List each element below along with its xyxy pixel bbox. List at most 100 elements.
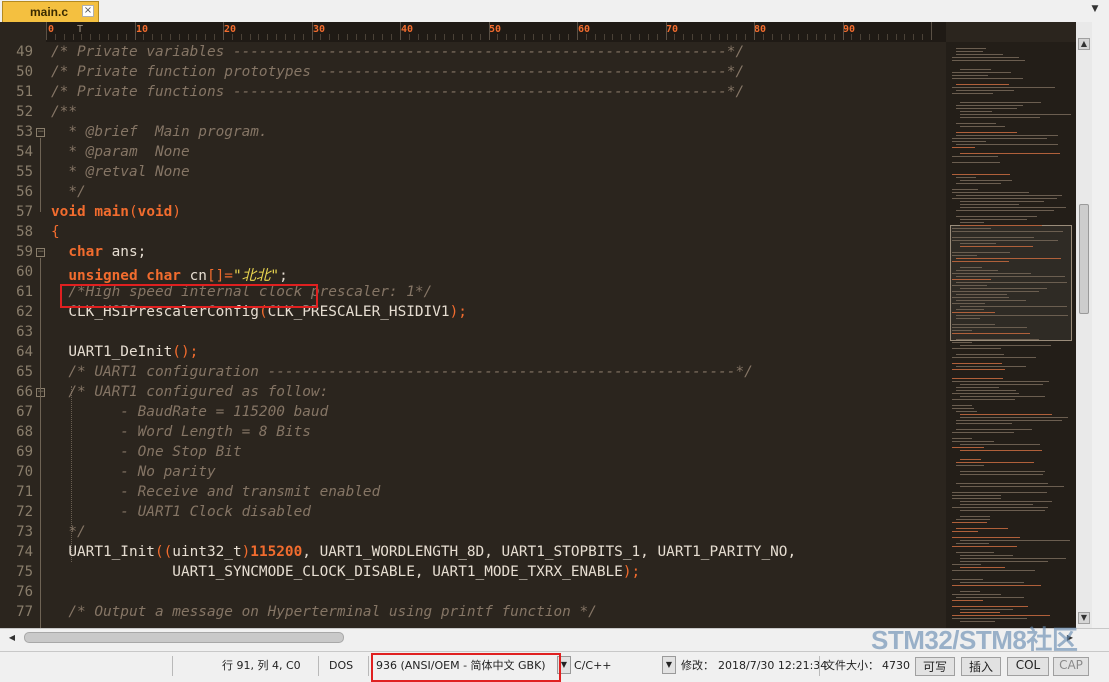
ruler-mark: 10 xyxy=(136,24,149,35)
ruler-tick xyxy=(904,34,906,40)
minimap-line xyxy=(952,78,1023,79)
minimap-line xyxy=(956,48,986,49)
ruler-tick xyxy=(815,34,817,40)
minimap-line xyxy=(952,333,1030,334)
ruler-tick xyxy=(692,34,694,40)
language-selector[interactable]: C/C++ xyxy=(574,656,612,676)
ruler-mark: 80 xyxy=(754,24,767,35)
minimap[interactable] xyxy=(946,42,1076,628)
line-ending[interactable]: DOS xyxy=(329,656,353,676)
line-number: 53 xyxy=(16,124,33,140)
minimap-line xyxy=(956,54,1003,55)
minimap-line xyxy=(952,357,1036,358)
minimap-line xyxy=(952,60,1025,61)
minimap-line xyxy=(960,243,996,244)
keyword: char xyxy=(68,244,103,260)
minimap-line xyxy=(952,564,981,565)
code-area[interactable]: /* Private variables -------------------… xyxy=(51,42,941,628)
vertical-scrollbar[interactable]: ▲ ▼ xyxy=(1076,22,1092,628)
insert-mode-toggle[interactable]: 插入 xyxy=(961,657,1001,676)
minimap-line xyxy=(960,558,1066,559)
language-dropdown-icon[interactable]: ▼ xyxy=(662,656,676,674)
line-number: 69 xyxy=(16,444,33,460)
ruler-tick xyxy=(665,22,667,40)
comment: /* UART1 configuration -----------------… xyxy=(51,364,753,380)
code-line-55: * @retval None xyxy=(51,164,189,184)
minimap-line xyxy=(952,498,1001,499)
minimap-line xyxy=(960,204,1019,205)
minimap-line xyxy=(956,177,976,178)
code-line-56: */ xyxy=(51,184,85,204)
minimap-line xyxy=(952,231,1063,232)
scroll-left-icon[interactable]: ◀ xyxy=(6,632,18,644)
minimap-line xyxy=(960,582,1024,583)
cursor-position: 行 91, 列 4, C0 xyxy=(222,659,301,672)
column-ruler: 0 10 20 30 40 50 60 70 80 90 xyxy=(46,22,946,42)
comment: /* Private functions -------------------… xyxy=(51,84,745,100)
tab-main-c[interactable]: main.c × xyxy=(2,1,99,22)
minimap-line xyxy=(960,414,1052,415)
ruler-tick xyxy=(284,34,286,40)
horizontal-scroll-thumb[interactable] xyxy=(24,632,344,643)
ruler-tick xyxy=(762,34,764,40)
line-number: 70 xyxy=(16,464,33,480)
code-line-59: char ans; xyxy=(51,244,146,264)
code-line-49: /* Private variables -------------------… xyxy=(51,44,744,64)
minimap-line xyxy=(956,183,1001,184)
minimap-line xyxy=(960,516,990,517)
fold-toggle-icon[interactable]: − xyxy=(36,128,45,137)
ruler-mark: 40 xyxy=(401,24,414,35)
comment: - Receive and transmit enabled xyxy=(51,484,381,500)
minimap-line xyxy=(960,345,1051,346)
ruler-tick xyxy=(205,34,207,40)
read-write-toggle[interactable]: 可写 xyxy=(915,657,955,676)
tab-bar: main.c × ▼ xyxy=(0,0,1109,23)
ruler-tick xyxy=(612,34,614,40)
minimap-line xyxy=(952,93,993,94)
ruler-tick xyxy=(152,34,154,40)
code-line-64: UART1_DeInit(); xyxy=(51,344,198,364)
minimap-line xyxy=(952,546,1017,547)
minimap-line xyxy=(956,309,984,310)
scroll-down-icon[interactable]: ▼ xyxy=(1078,612,1090,624)
ruler-mark: 20 xyxy=(224,24,237,35)
punct: ) xyxy=(241,544,251,560)
minimap-line xyxy=(952,531,978,532)
caps-lock-indicator[interactable]: CAP xyxy=(1053,657,1089,676)
minimap-line xyxy=(952,57,1019,58)
line-number: 58 xyxy=(16,224,33,240)
ruler-tick xyxy=(798,34,800,40)
separator xyxy=(819,656,820,676)
code-line-60: unsigned char cn[]="北北"; xyxy=(51,264,287,284)
code-editor[interactable]: 0 10 20 30 40 50 60 70 80 90 T − − − 495… xyxy=(0,22,1109,628)
minimap-line xyxy=(960,396,1045,397)
fold-toggle-icon[interactable]: − xyxy=(36,248,45,257)
punct: ); xyxy=(449,304,467,320)
ruler-tick xyxy=(824,34,826,40)
tab-list-dropdown-icon[interactable]: ▼ xyxy=(1089,4,1101,16)
line-number-gutter: − − − 4950515253545556575859606162636465… xyxy=(0,42,46,628)
minimap-line xyxy=(956,387,999,388)
ruler-tick xyxy=(727,34,729,40)
code-line-72: - UART1 Clock disabled xyxy=(51,504,311,524)
ruler-tick xyxy=(585,34,587,40)
code-line-67: - BaudRate = 115200 baud xyxy=(51,404,328,424)
close-icon[interactable]: × xyxy=(82,5,94,17)
ruler-tick xyxy=(550,34,552,40)
minimap-line xyxy=(960,510,1045,511)
ruler-tick xyxy=(886,34,888,40)
code-line-52: /** xyxy=(51,104,77,124)
column-mode-toggle[interactable]: COL xyxy=(1007,657,1049,676)
minimap-line xyxy=(952,492,1047,493)
scroll-up-icon[interactable]: ▲ xyxy=(1078,38,1090,50)
ruler-tick xyxy=(594,34,596,40)
ruler-tick xyxy=(621,34,623,40)
minimap-line xyxy=(952,447,984,448)
minimap-line xyxy=(956,528,1008,529)
ruler-tick xyxy=(700,34,702,40)
ruler-tick xyxy=(745,34,747,40)
minimap-line xyxy=(956,411,977,412)
highlight-box-line-60 xyxy=(60,284,318,308)
vertical-scroll-thumb[interactable] xyxy=(1079,204,1089,314)
minimap-line xyxy=(960,114,1071,115)
